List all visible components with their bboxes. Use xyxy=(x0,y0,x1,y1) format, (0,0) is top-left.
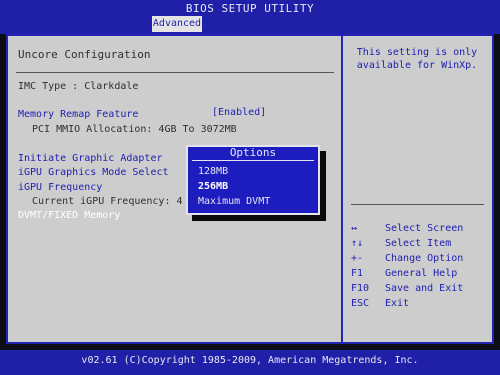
igpu-graphics-mode-select[interactable]: iGPU Graphics Mode Select xyxy=(18,167,169,179)
key-exit: ESC xyxy=(351,298,370,309)
copyright-text: v02.61 (C)Copyright 1985-2009, American … xyxy=(81,355,419,366)
desc-general-help: General Help xyxy=(385,268,458,279)
option-128mb[interactable]: 128MB xyxy=(198,166,228,177)
pci-mmio-allocation: PCI MMIO Allocation: 4GB To 3072MB xyxy=(32,124,237,135)
bios-title: BIOS SETUP UTILITY xyxy=(185,2,315,15)
dvmt-fixed-memory[interactable]: DVMT/FIXED Memory xyxy=(18,210,120,222)
footer-bar: v02.61 (C)Copyright 1985-2009, American … xyxy=(0,350,500,375)
options-popup-divider xyxy=(192,160,314,161)
key-general-help: F1 xyxy=(351,268,364,279)
key-change-option: +- xyxy=(351,253,364,264)
key-select-screen: ↔ xyxy=(351,223,358,234)
help-text: This setting is only available for WinXp… xyxy=(356,47,478,71)
panel-divider xyxy=(341,36,343,342)
tab-advanced[interactable]: Advanced xyxy=(152,16,202,32)
title-bar: BIOS SETUP UTILITY Advanced xyxy=(0,0,500,34)
options-popup: Options 128MB 256MB Maximum DVMT xyxy=(186,145,320,215)
desc-exit: Exit xyxy=(385,298,410,309)
help-divider xyxy=(351,204,484,205)
memory-remap-label[interactable]: Memory Remap Feature xyxy=(18,109,138,121)
section-title: Uncore Configuration xyxy=(18,48,151,61)
key-save-exit: F10 xyxy=(351,283,370,294)
section-divider xyxy=(16,72,334,73)
key-select-item: ↑↓ xyxy=(351,238,364,249)
current-igpu-frequency: Current iGPU Frequency: 4 xyxy=(32,196,183,207)
option-256mb[interactable]: 256MB xyxy=(198,181,228,192)
memory-remap-value[interactable]: [Enabled] xyxy=(212,107,266,119)
igpu-frequency[interactable]: iGPU Frequency xyxy=(18,182,102,194)
imc-type: IMC Type : Clarkdale xyxy=(18,81,139,92)
desc-select-screen: Select Screen xyxy=(385,223,464,234)
desc-select-item: Select Item xyxy=(385,238,452,249)
desc-change-option: Change Option xyxy=(385,253,464,264)
option-maximum-dvmt[interactable]: Maximum DVMT xyxy=(198,196,270,207)
options-popup-title: Options xyxy=(229,146,277,159)
desc-save-exit: Save and Exit xyxy=(385,283,464,294)
initiate-graphic-adapter[interactable]: Initiate Graphic Adapter xyxy=(18,153,163,165)
